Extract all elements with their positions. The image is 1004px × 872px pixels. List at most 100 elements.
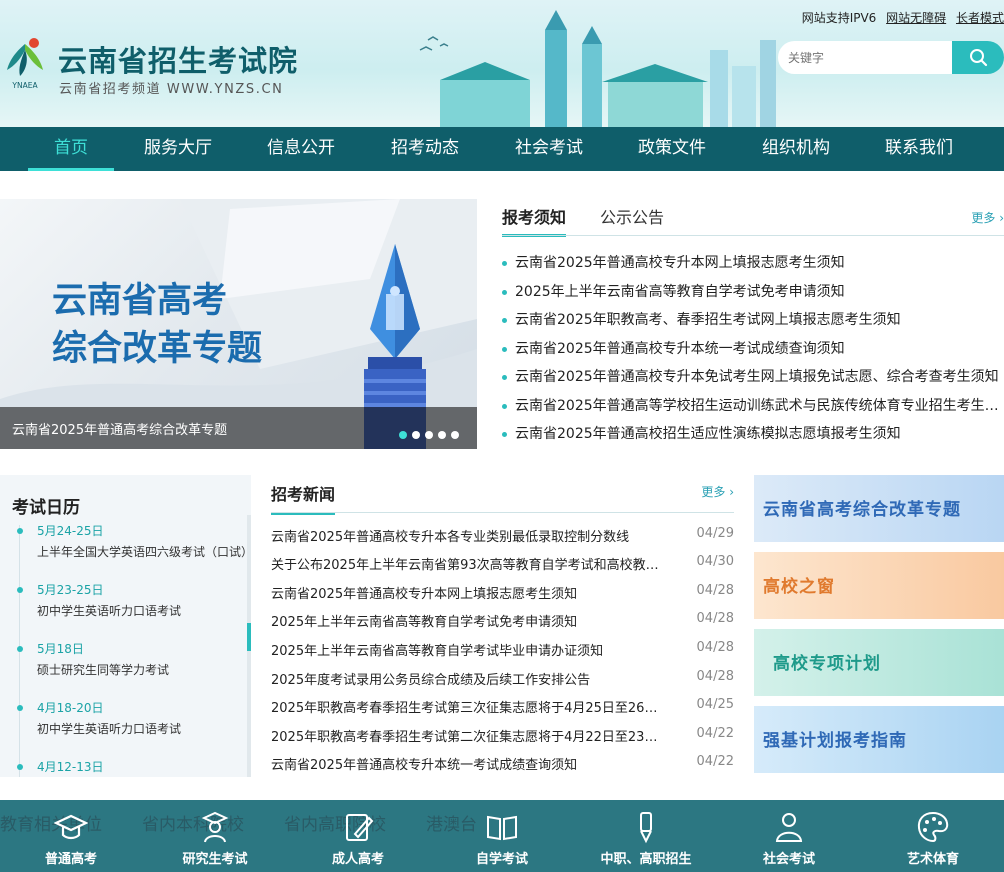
- exam-calendar: 考试日历 5月24-25日 上半年全国大学英语四六级考试（口试） 5月23-25…: [0, 475, 251, 777]
- news-text: 云南省2025年普通高校专升本网上填报志愿考生须知: [271, 587, 578, 602]
- carousel-dot-4[interactable]: [438, 431, 446, 439]
- carousel-dot-3[interactable]: [425, 431, 433, 439]
- city-skyline-illustration: [419, 10, 776, 127]
- nav-item-service-hall[interactable]: 服务大厅: [136, 127, 220, 171]
- search-input[interactable]: [778, 41, 954, 74]
- notice-item[interactable]: 云南省2025年普通高校专升本统一考试成绩查询须知: [502, 339, 1004, 368]
- calendar-date: 5月18日: [37, 642, 84, 656]
- news-row[interactable]: 2025年上半年云南省高等教育自学考试毕业申请办证须知 04/28: [271, 638, 734, 662]
- notice-item[interactable]: 云南省2025年普通高等学校招生运动训练武术与民族传统体育专业招生考生须知: [502, 396, 1004, 425]
- card-label: 高校专项计划: [773, 654, 881, 674]
- calendar-title: 考试日历: [12, 498, 80, 518]
- notice-item[interactable]: 2025年上半年云南省高等教育自学考试免考申请须知: [502, 282, 1004, 311]
- search-button[interactable]: [952, 41, 1004, 74]
- nav-item-organization[interactable]: 组织机构: [754, 127, 838, 171]
- chevron-right-icon: ›: [999, 211, 1004, 225]
- category-label: 普通高考: [44, 852, 97, 867]
- nav-item-home[interactable]: 首页: [28, 127, 114, 171]
- news-text: 2025年职教高考春季招生考试第三次征集志愿将于4月25日至26…: [271, 701, 658, 716]
- carousel-dots: [394, 424, 459, 443]
- news-more-label: 更多: [701, 485, 726, 499]
- news-date: 04/30: [696, 554, 734, 569]
- site-logo[interactable]: YNAEA: [4, 36, 46, 90]
- pen-icon: [640, 812, 652, 844]
- calendar-desc: 初中学生英语听力口语考试: [37, 604, 182, 618]
- top-links: 网站支持IPV6 网站无障碍 长者模式: [796, 9, 1004, 26]
- tab-announcements[interactable]: 公示公告: [600, 204, 664, 228]
- ipv6-notice: 网站支持IPV6: [801, 11, 877, 25]
- news-row[interactable]: 云南省2025年普通高校专升本各专业类别最低录取控制分数线 04/29: [271, 524, 734, 548]
- nav-item-social-exams[interactable]: 社会考试: [507, 127, 591, 171]
- news-row[interactable]: 2025年职教高考春季招生考试第二次征集志愿将于4月22日至23… 04/22: [271, 724, 734, 748]
- category-arts-sports[interactable]: 艺术体育: [868, 800, 998, 872]
- admission-news-panel: 招考新闻 更多 › 云南省2025年普通高校专升本各专业类别最低录取控制分数线 0…: [271, 475, 734, 777]
- news-text: 云南省2025年普通高校专升本统一考试成绩查询须知: [271, 758, 578, 773]
- banner-caption[interactable]: 云南省2025年普通高考综合改革专题: [12, 419, 227, 438]
- card-strong-base-guide[interactable]: 强基计划报考指南: [754, 706, 1004, 773]
- category-self-study-exam[interactable]: 自学考试: [437, 800, 567, 872]
- category-social-exams[interactable]: 社会考试: [724, 800, 854, 872]
- timeline-dot: [17, 705, 23, 711]
- news-date: 04/28: [696, 669, 734, 684]
- news-row[interactable]: 云南省2025年普通高校专升本网上填报志愿考生须知 04/28: [271, 581, 734, 605]
- pen-paper-icon: [346, 814, 374, 841]
- category-label: 成人高考: [331, 852, 384, 867]
- notice-item[interactable]: 云南省2025年普通高校专升本网上填报志愿考生须知: [502, 253, 1004, 282]
- news-text: 关于公布2025年上半年云南省第93次高等教育自学考试和高校教…: [271, 558, 659, 573]
- news-date: 04/22: [696, 726, 734, 741]
- news-row[interactable]: 2025年职教高考春季招生考试第三次征集志愿将于4月25日至26… 04/25: [271, 695, 734, 719]
- news-row[interactable]: 2025年上半年云南省高等教育自学考试免考申请须知 04/28: [271, 609, 734, 633]
- accessibility-link[interactable]: 网站无障碍: [886, 11, 946, 25]
- carousel-dot-2[interactable]: [412, 431, 420, 439]
- card-gaokao-reform[interactable]: 云南省高考综合改革专题: [754, 475, 1004, 542]
- news-row[interactable]: 关于公布2025年上半年云南省第93次高等教育自学考试和高校教… 04/30: [271, 552, 734, 576]
- palette-icon: [917, 811, 949, 843]
- nav-item-contact[interactable]: 联系我们: [877, 127, 961, 171]
- notice-list: 云南省2025年普通高校专升本网上填报志愿考生须知 2025年上半年云南省高等教…: [502, 253, 1004, 453]
- carousel-dot-5[interactable]: [451, 431, 459, 439]
- news-date: 04/22: [696, 754, 734, 769]
- category-postgraduate[interactable]: 研究生考试: [150, 800, 280, 872]
- news-text: 2025年上半年云南省高等教育自学考试免考申请须知: [271, 615, 578, 630]
- elder-mode-link[interactable]: 长者模式: [956, 11, 1004, 25]
- notice-item[interactable]: 云南省2025年职教高考、春季招生考试网上填报志愿考生须知: [502, 310, 1004, 339]
- calendar-date: 4月18-20日: [37, 701, 104, 715]
- tab-exam-notice[interactable]: 报考须知: [502, 204, 567, 237]
- news-title[interactable]: 招考新闻: [271, 481, 336, 515]
- notices-more-link[interactable]: 更多 ›: [971, 209, 1004, 226]
- category-general-gaokao[interactable]: 普通高考: [6, 800, 136, 872]
- card-university-window[interactable]: 高校之窗: [754, 552, 1004, 619]
- carousel-dot-1[interactable]: [399, 431, 407, 439]
- nav-item-policy-docs[interactable]: 政策文件: [630, 127, 714, 171]
- category-vocational-enrollment[interactable]: 中职、高职招生: [581, 800, 711, 872]
- logo-text: YNAEA: [11, 81, 38, 90]
- nav-item-admission-news[interactable]: 招考动态: [383, 127, 467, 171]
- calendar-date: 4月12-13日: [37, 760, 104, 774]
- news-more-link[interactable]: 更多 ›: [701, 483, 734, 500]
- category-label: 中职、高职招生: [600, 852, 692, 867]
- category-label: 社会考试: [762, 852, 815, 867]
- banner-title-line2: 综合改革专题: [52, 329, 263, 369]
- news-date: 04/28: [696, 611, 734, 626]
- site-title: 云南省招生考试院: [58, 44, 299, 78]
- chevron-right-icon: ›: [729, 485, 734, 499]
- news-row[interactable]: 2025年度考试录用公务员综合成绩及后续工作安排公告 04/28: [271, 667, 734, 691]
- notices-panel: 报考须知 公示公告 更多 › 云南省2025年普通高校专升本网上填报志愿考生须知…: [502, 199, 1004, 449]
- nav-item-info-disclosure[interactable]: 信息公开: [259, 127, 343, 171]
- news-date: 04/29: [696, 526, 734, 541]
- site-subtitle: 云南省招考频道 WWW.YNZS.CN: [59, 82, 284, 97]
- calendar-desc: 硕士研究生同等学力考试: [37, 663, 170, 677]
- news-text: 2025年度考试录用公务员综合成绩及后续工作安排公告: [271, 673, 591, 688]
- category-label: 自学考试: [475, 852, 528, 867]
- card-special-plan[interactable]: 高校专项计划: [754, 629, 1004, 696]
- graduation-cap-icon: [54, 814, 88, 840]
- banner-carousel[interactable]: 云南省高考 综合改革专题 云南省2025年普通高考综合改革专题: [0, 199, 477, 449]
- calendar-scroll-thumb[interactable]: [247, 623, 251, 651]
- category-adult-gaokao[interactable]: 成人高考: [293, 800, 423, 872]
- notice-item[interactable]: 云南省2025年普通高校招生适应性演练模拟志愿填报考生须知: [502, 424, 1004, 453]
- main-nav: 首页 服务大厅 信息公开 招考动态 社会考试 政策文件 组织机构 联系我们: [0, 127, 1004, 171]
- notice-item[interactable]: 云南省2025年普通高校专升本免试考生网上填报免试志愿、综合考查考生须知: [502, 367, 1004, 396]
- news-row[interactable]: 云南省2025年普通高校专升本统一考试成绩查询须知 04/22: [271, 752, 734, 776]
- search-icon: [970, 49, 988, 67]
- news-text: 云南省2025年普通高校专升本各专业类别最低录取控制分数线: [271, 530, 630, 545]
